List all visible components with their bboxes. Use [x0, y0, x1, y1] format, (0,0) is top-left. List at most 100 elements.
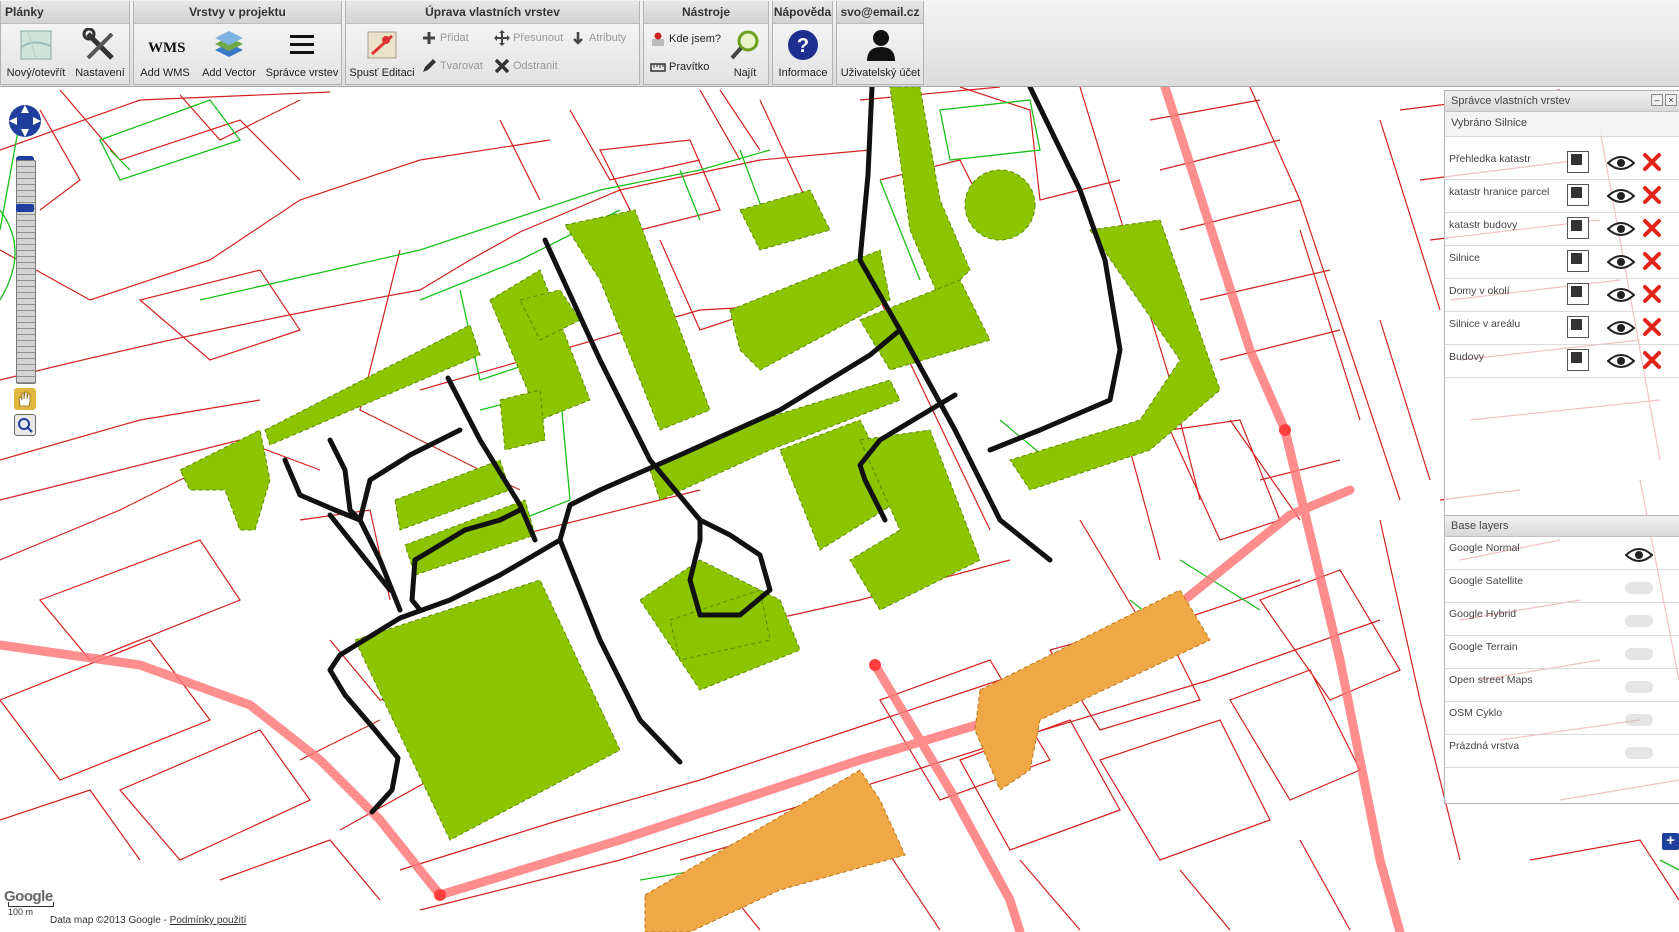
base-layers-title: Base layers: [1445, 516, 1679, 537]
add-feature-button[interactable]: Přidat: [421, 28, 469, 48]
hand-icon: [18, 391, 31, 407]
layer-list: Přehledka katastr katastr hranice parcel k…: [1445, 147, 1679, 378]
base-layer-row[interactable]: Google Normal: [1445, 537, 1679, 570]
delete-layer-icon[interactable]: [1641, 184, 1663, 206]
hidden-eye-icon[interactable]: [1625, 714, 1653, 726]
zoom-box-button[interactable]: [14, 414, 36, 436]
add-vector-button[interactable]: Add Vector: [196, 25, 262, 83]
minimize-button[interactable]: –: [1651, 94, 1663, 106]
map-attribution: Data map ©2013 Google - Podmínky použití: [50, 915, 246, 926]
edit-map-icon: [367, 31, 397, 59]
layer-manager-title: Správce vlastních vrstev: [1451, 95, 1571, 107]
delete-layer-icon[interactable]: [1641, 217, 1663, 239]
base-layer-row[interactable]: Google Terrain: [1445, 636, 1679, 669]
user-account-button[interactable]: Uživatelský účet: [838, 25, 923, 83]
delete-layer-icon[interactable]: [1641, 283, 1663, 305]
button-label: Add Vector: [202, 67, 256, 79]
scale-bar: 100 m: [8, 902, 54, 917]
button-label: Spusť Editaci: [349, 67, 415, 79]
base-layer-row[interactable]: Google Hybrid: [1445, 603, 1679, 636]
ribbon-toolbar: Plánky Nový/otevřít Nastavení Vrstvy v p…: [0, 0, 1679, 87]
layer-visibility-checkbox[interactable]: [1567, 250, 1589, 272]
eye-icon[interactable]: [1607, 320, 1635, 336]
zoom-slider-handle[interactable]: [16, 204, 34, 212]
group-title: svo@email.cz: [837, 1, 923, 24]
svg-text:WMS: WMS: [148, 40, 185, 56]
list-icon: [290, 35, 314, 54]
reshape-button[interactable]: Tvarovat: [421, 56, 483, 76]
delete-layer-icon[interactable]: [1641, 316, 1663, 338]
base-layer-row[interactable]: Open street Maps: [1445, 669, 1679, 702]
eye-icon[interactable]: [1607, 287, 1635, 303]
eye-icon[interactable]: [1607, 221, 1635, 237]
delete-layer-icon[interactable]: [1641, 151, 1663, 173]
eye-icon[interactable]: [1625, 547, 1653, 563]
base-layer-row[interactable]: Google Satellite: [1445, 570, 1679, 603]
eye-icon[interactable]: [1607, 188, 1635, 204]
layer-manager-button[interactable]: Správce vrstev: [264, 25, 340, 83]
find-button[interactable]: Najít: [724, 25, 766, 83]
hidden-eye-icon[interactable]: [1625, 681, 1653, 693]
layer-row[interactable]: Přehledka katastr: [1445, 147, 1679, 180]
layer-row[interactable]: Silnice: [1445, 246, 1679, 279]
group-title: Plánky: [1, 1, 129, 24]
pan-control[interactable]: [8, 96, 42, 146]
zoom-slider-track[interactable]: [16, 160, 36, 384]
eye-icon[interactable]: [1607, 254, 1635, 270]
button-label: Add WMS: [140, 67, 190, 79]
pan-hand-button[interactable]: [14, 388, 36, 410]
base-layer-name: Google Hybrid: [1449, 608, 1517, 620]
button-label: Správce vrstev: [265, 67, 339, 79]
terms-link[interactable]: Podmínky použití: [170, 915, 247, 926]
new-open-button[interactable]: Nový/otevřít: [3, 25, 69, 83]
where-am-i-button[interactable]: Kde jsem?: [650, 29, 721, 49]
base-layer-row[interactable]: Prázdná vrstva: [1445, 735, 1679, 768]
information-button[interactable]: ? Informace: [774, 25, 832, 83]
layer-row[interactable]: Domy v okolí: [1445, 279, 1679, 312]
group-title: Nápověda: [773, 1, 832, 24]
hidden-eye-icon[interactable]: [1625, 615, 1653, 627]
base-layer-name: Google Terrain: [1449, 641, 1518, 653]
eye-icon[interactable]: [1607, 155, 1635, 171]
attribution-text: Data map ©2013 Google -: [50, 915, 167, 926]
settings-button[interactable]: Nastavení: [71, 25, 129, 83]
attributes-button[interactable]: Atributy: [570, 28, 626, 48]
buildings-layer: [179, 87, 1221, 841]
group-edit-layers: Úprava vlastních vrstev Spusť Editaci Př…: [345, 1, 640, 85]
add-wms-button[interactable]: WMS Add WMS: [136, 25, 194, 83]
layer-visibility-checkbox[interactable]: [1567, 184, 1589, 206]
close-button[interactable]: ×: [1665, 94, 1677, 106]
layer-row[interactable]: Budovy: [1445, 345, 1679, 378]
pencil-icon: [423, 59, 436, 73]
move-feature-button[interactable]: Přesunout: [494, 28, 563, 48]
layer-row[interactable]: katastr budovy: [1445, 213, 1679, 246]
ruler-icon: [650, 63, 666, 72]
layer-visibility-checkbox[interactable]: [1567, 283, 1589, 305]
hidden-eye-icon[interactable]: [1625, 747, 1653, 759]
layer-visibility-checkbox[interactable]: [1567, 217, 1589, 239]
delete-layer-icon[interactable]: [1641, 250, 1663, 272]
hidden-eye-icon[interactable]: [1625, 648, 1653, 660]
layer-visibility-checkbox[interactable]: [1567, 151, 1589, 173]
ruler-button[interactable]: Pravítko: [650, 57, 709, 77]
layer-visibility-checkbox[interactable]: [1567, 349, 1589, 371]
base-layer-name: Google Satellite: [1449, 575, 1524, 587]
hidden-eye-icon[interactable]: [1625, 582, 1653, 594]
start-edit-button[interactable]: Spusť Editaci: [348, 25, 416, 83]
scale-bar-label: 100 m: [8, 907, 34, 917]
layer-row[interactable]: Silnice v areálu: [1445, 312, 1679, 345]
layer-row[interactable]: katastr hranice parcel: [1445, 180, 1679, 213]
wms-icon: WMS: [148, 40, 185, 56]
delete-feature-button[interactable]: Odstranit: [494, 56, 558, 76]
map-canvas[interactable]: [0, 87, 1679, 932]
layer-visibility-checkbox[interactable]: [1567, 316, 1589, 338]
delete-layer-icon[interactable]: [1641, 349, 1663, 371]
location-icon: [652, 32, 664, 47]
map-drawing: [0, 87, 1679, 932]
group-tools: Nástroje Kde jsem? Pravítko Najít: [643, 1, 769, 85]
user-icon: [866, 30, 895, 61]
base-layer-row[interactable]: OSM Cyklo: [1445, 702, 1679, 735]
tools-icon: [82, 28, 114, 60]
eye-icon[interactable]: [1607, 353, 1635, 369]
expand-panel-button[interactable]: +: [1662, 833, 1679, 850]
